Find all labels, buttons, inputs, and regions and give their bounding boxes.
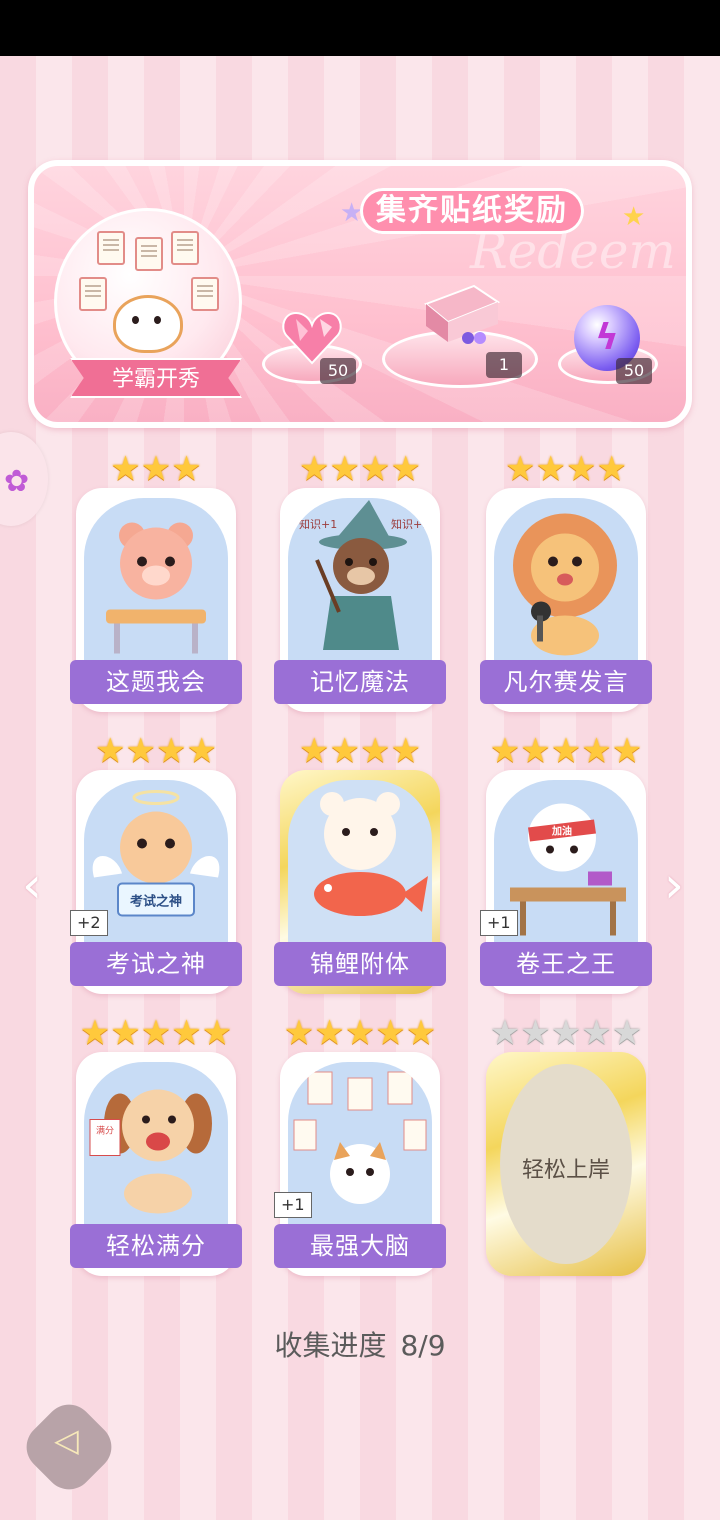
back-button[interactable]: ◁	[16, 1394, 122, 1500]
locked-placeholder: 轻松上岸	[500, 1064, 632, 1264]
duplicate-count-badge: +1	[274, 1192, 312, 1218]
star-rating: ★★★★★	[283, 1013, 437, 1053]
card-label: 凡尔赛发言	[480, 660, 652, 704]
svg-text:满分: 满分	[96, 1126, 114, 1137]
star-rating: ★★★★	[299, 731, 421, 771]
ribbon-icon: ✿	[4, 464, 30, 499]
star-rating: ★★★★★	[489, 731, 643, 771]
svg-text:知识+1: 知识+1	[391, 517, 425, 531]
sticker-card[interactable]: 考试之神 ★★★★ +2 考试之神	[70, 734, 242, 994]
dog-full-marks-icon: 满分	[89, 1089, 212, 1214]
card-label: 卷王之王	[480, 942, 652, 986]
card-label: 轻松满分	[70, 1224, 242, 1268]
star-rating: ★★★★	[95, 731, 217, 771]
svg-text:加油: 加油	[551, 825, 572, 838]
card-art	[84, 498, 228, 678]
sticker-card[interactable]: 满分 ★★★★★ 轻松满分	[70, 1016, 242, 1276]
banner-title: 集齐贴纸奖励	[360, 188, 584, 234]
svg-text:考试之神: 考试之神	[130, 894, 182, 910]
sticker-card-locked[interactable]: 轻松上岸 ★★★★★	[486, 1016, 646, 1276]
card-art: 满分	[84, 1062, 228, 1242]
star-rating: ★★★	[110, 449, 202, 489]
card-art: 知识+1 知识+1	[288, 498, 432, 678]
svg-text:知识+1: 知识+1	[299, 517, 337, 531]
progress-label: 收集进度	[274, 1329, 387, 1362]
card-label: 考试之神	[70, 942, 242, 986]
card-art	[494, 498, 638, 678]
document-icon	[171, 231, 199, 265]
prev-page-arrow[interactable]: ‹	[22, 860, 42, 910]
star-rating-grey: ★★★★★	[489, 1013, 643, 1053]
sticker-card[interactable]: 加油 ★★★★★ +1 卷王之王	[480, 734, 652, 994]
card-label: 这题我会	[70, 660, 242, 704]
scholar-ribbon: 学霸开秀	[70, 358, 242, 398]
bear-koi-icon	[314, 792, 428, 916]
sticker-card[interactable]: ★★★★ 凡尔赛发言	[480, 452, 652, 712]
collection-progress: 收集进度 8/9	[0, 1324, 720, 1364]
duplicate-count-badge: +1	[480, 910, 518, 936]
reward-count: 50	[320, 358, 356, 384]
sticker-card[interactable]: ★★★ 这题我会	[70, 452, 242, 712]
card-label: 轻松上岸	[521, 1158, 610, 1183]
sticker-card[interactable]: 知识+1 知识+1 ★★★★ 记忆魔法	[274, 452, 446, 712]
duplicate-count-badge: +2	[70, 910, 108, 936]
cat-icon	[113, 295, 183, 353]
status-bar	[0, 0, 720, 56]
reward-count: 1	[486, 352, 522, 378]
sticker-card[interactable]: ★★★★ 锦鲤附体	[274, 734, 446, 994]
document-icon	[97, 231, 125, 265]
sticker-card[interactable]: ★★★★★ +1 最强大脑	[274, 1016, 446, 1276]
card-art	[288, 780, 432, 960]
star-rating: ★★★★	[505, 449, 627, 489]
card-label: 锦鲤附体	[274, 942, 446, 986]
star-rating: ★★★★	[299, 449, 421, 489]
document-icon	[191, 277, 219, 311]
lion-microphone-icon	[513, 513, 617, 656]
card-label: 记忆魔法	[274, 660, 446, 704]
progress-value: 8/9	[400, 1329, 446, 1362]
star-rating: ★★★★★	[79, 1013, 233, 1053]
document-icon	[135, 237, 163, 271]
next-page-arrow[interactable]: ›	[664, 860, 684, 910]
document-icon	[79, 277, 107, 311]
gift-box-icon[interactable]	[418, 280, 502, 344]
star-deco-icon: ★	[622, 202, 646, 232]
wizard-otter-icon: 知识+1 知识+1	[299, 500, 425, 650]
side-menu-tab[interactable]: ✿	[0, 432, 48, 526]
card-label: 最强大脑	[274, 1224, 446, 1268]
back-arrow-icon: ◁	[54, 1421, 79, 1460]
bear-at-desk-icon	[106, 522, 206, 654]
reward-count: 50	[616, 358, 652, 384]
